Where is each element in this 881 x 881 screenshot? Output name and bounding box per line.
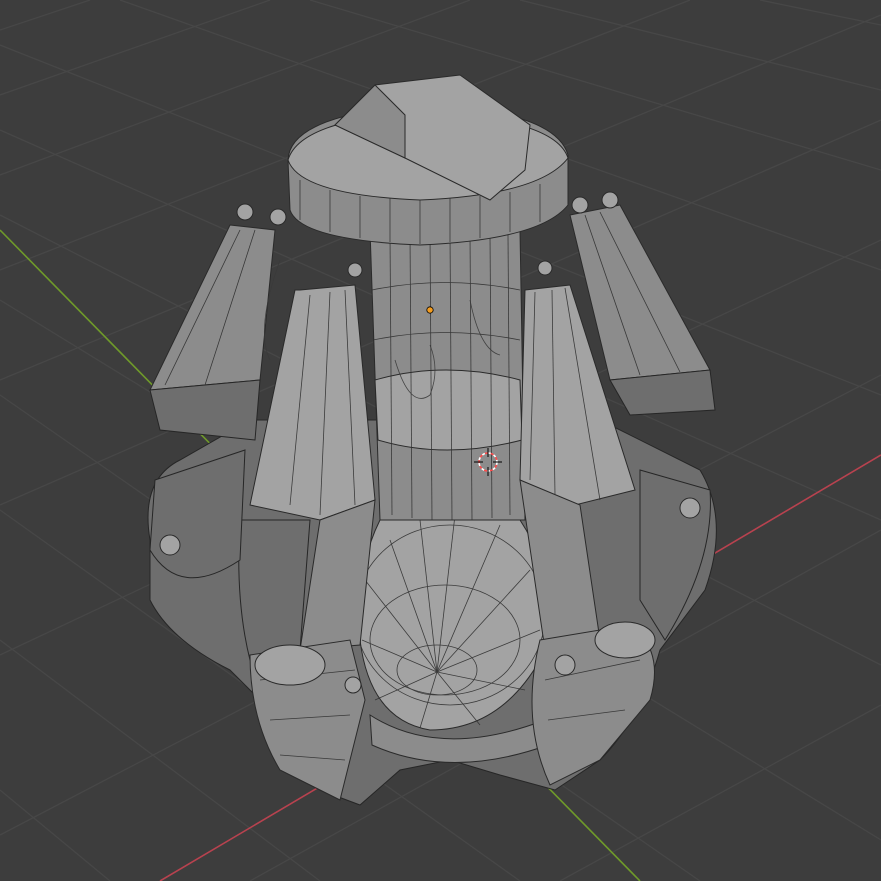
origin-dot-icon xyxy=(426,306,434,314)
viewport-canvas[interactable] xyxy=(0,0,881,881)
orange-peel-grab-mesh[interactable] xyxy=(147,74,717,806)
3d-viewport[interactable] xyxy=(0,0,881,881)
